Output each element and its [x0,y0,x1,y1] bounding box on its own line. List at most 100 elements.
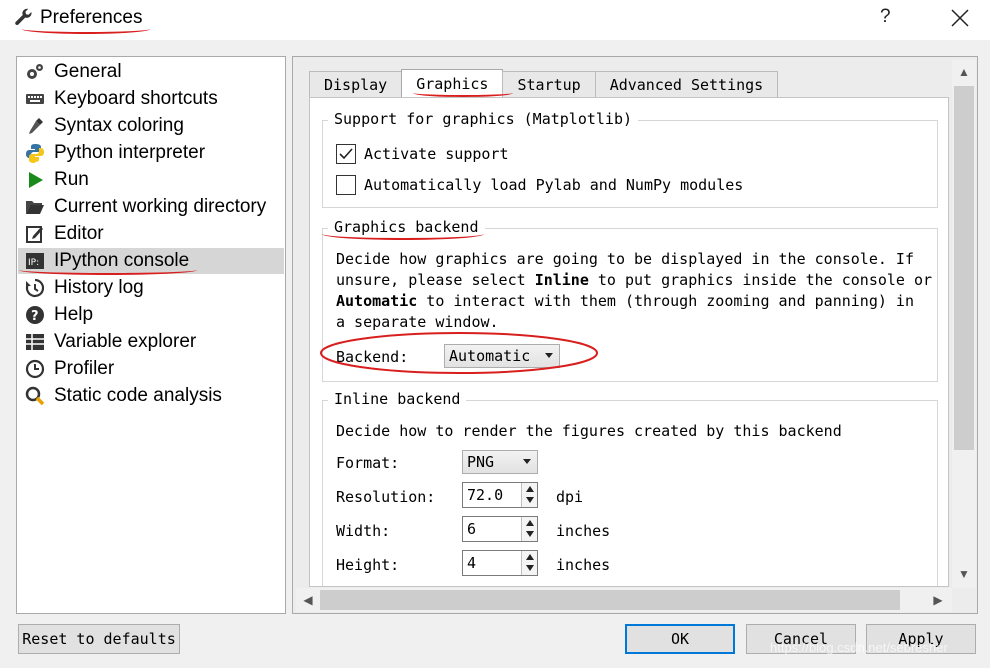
sidebar-item-label: Current working directory [54,196,267,217]
format-select-value: PNG [467,453,495,471]
keyboard-icon [24,88,46,110]
sidebar-item-general[interactable]: General [18,59,284,85]
sidebar-item-variable-explorer[interactable]: Variable explorer [18,329,284,355]
sidebar-item-static-code-analysis[interactable]: Static code analysis [18,383,284,409]
sidebar-item-history-log[interactable]: History log [18,275,284,301]
spin-down-icon [526,531,534,537]
title-bar: Preferences ? [0,0,990,40]
watermark-text: https://blog.csdn.net/sebresher [770,640,948,655]
ok-button[interactable]: OK [625,624,735,654]
scroll-left-icon[interactable]: ◀ [298,590,318,610]
spin-buttons[interactable] [521,517,537,541]
python-icon [24,142,46,164]
height-label: Height: [336,556,400,574]
sidebar-item-label: Help [54,304,94,325]
reset-to-defaults-button[interactable]: Reset to defaults [18,624,180,654]
description-text: to put graphics inside the console or [588,271,933,289]
tab-advanced-settings[interactable]: Advanced Settings [594,71,779,97]
activate-support-checkbox[interactable]: Activate support [336,144,509,164]
sidebar-item-label: Variable explorer [54,331,197,352]
sidebar-item-editor[interactable]: Editor [18,221,284,247]
height-unit: inches [556,556,611,574]
sidebar-item-label: General [54,61,122,82]
close-icon[interactable] [948,6,972,30]
graphics-tab-page: Support for graphics (Matplotlib) Activa… [309,97,949,587]
sidebar-item-python-interpreter[interactable]: Python interpreter [18,140,284,166]
history-icon [24,277,46,299]
tab-startup[interactable]: Startup [502,71,596,97]
autoload-pylab-checkbox[interactable]: Automatically load Pylab and NumPy modul… [336,175,743,195]
magnifier-icon [24,385,46,407]
checkbox-label: Automatically load Pylab and NumPy modul… [364,176,744,194]
sidebar-item-syntax-coloring[interactable]: Syntax coloring [18,113,284,139]
eyedropper-icon [24,115,46,137]
edit-icon [24,223,46,245]
spin-buttons[interactable] [521,483,537,507]
sidebar-item-label: Syntax coloring [54,115,184,136]
tab-bar: Display Graphics Startup Advanced Settin… [309,69,779,97]
inline-description: Decide how to render the figures created… [336,422,842,440]
resolution-unit: dpi [556,488,584,506]
preferences-sidebar: General Keyboard shortcuts Syntax colori… [16,56,286,614]
checkmark-icon [339,148,353,160]
question-icon: ? [24,304,46,326]
description-text: unsure, please select [336,271,535,289]
help-button[interactable]: ? [880,6,891,28]
width-value: 6 [467,520,477,538]
annotation-circle [320,332,598,374]
checkbox-box [336,144,356,164]
spin-down-icon [526,565,534,571]
description-bold: Automatic [336,292,418,310]
annotation-underline [19,265,197,275]
description-line: Automatic to interact with them (through… [336,291,932,312]
spin-up-icon [526,554,534,560]
description-text: to interact with them (through zooming a… [417,292,914,310]
scroll-down-icon[interactable]: ▼ [954,564,974,584]
sidebar-item-label: Editor [54,223,104,244]
table-icon [24,331,46,353]
height-spinbox[interactable]: 4 [462,550,538,576]
sidebar-item-profiler[interactable]: Profiler [18,356,284,382]
annotation-underline [22,24,150,34]
sidebar-item-label: Static code analysis [54,385,222,406]
sidebar-item-current-working-directory[interactable]: Current working directory [18,194,284,220]
resolution-label: Resolution: [336,488,436,506]
play-icon [24,169,46,191]
clock-icon [24,358,46,380]
width-spinbox[interactable]: 6 [462,516,538,542]
sidebar-item-keyboard-shortcuts[interactable]: Keyboard shortcuts [18,86,284,112]
description-line: Decide how graphics are going to be disp… [336,250,914,268]
format-label: Format: [336,454,400,472]
sidebar-item-label: Run [54,169,89,190]
tab-display[interactable]: Display [309,71,403,97]
spin-down-icon [526,497,534,503]
sidebar-item-help[interactable]: ? Help [18,302,284,328]
sidebar-item-run[interactable]: Run [18,167,284,193]
scroll-up-icon[interactable]: ▲ [954,62,974,82]
spin-up-icon [526,486,534,492]
sidebar-item-label: History log [54,277,144,298]
description-bold: Inline [534,271,589,289]
format-select[interactable]: PNG [462,450,538,474]
spin-buttons[interactable] [521,551,537,575]
inline-group-title: Inline backend [328,390,467,408]
width-unit: inches [556,522,611,540]
scroll-right-icon[interactable]: ▶ [928,590,948,610]
backend-description: Decide how graphics are going to be disp… [336,249,932,333]
resolution-spinbox[interactable]: 72.0 [462,482,538,508]
vertical-scrollbar[interactable]: ▲ ▼ [952,60,976,588]
support-group-title: Support for graphics (Matplotlib) [328,110,639,128]
description-line: unsure, please select Inline to put grap… [336,270,932,291]
horizontal-scroll-thumb[interactable] [320,590,900,610]
sidebar-item-label: Profiler [54,358,115,379]
checkbox-label: Activate support [364,145,509,163]
svg-text:?: ? [31,309,39,324]
annotation-underline [413,89,513,97]
resolution-value: 72.0 [467,486,504,504]
checkbox-box [336,175,356,195]
sidebar-item-label: Python interpreter [54,142,206,163]
horizontal-scrollbar[interactable]: ◀ ▶ [296,588,952,612]
height-value: 4 [467,554,477,572]
vertical-scroll-thumb[interactable] [954,86,974,450]
gears-icon [24,61,46,83]
